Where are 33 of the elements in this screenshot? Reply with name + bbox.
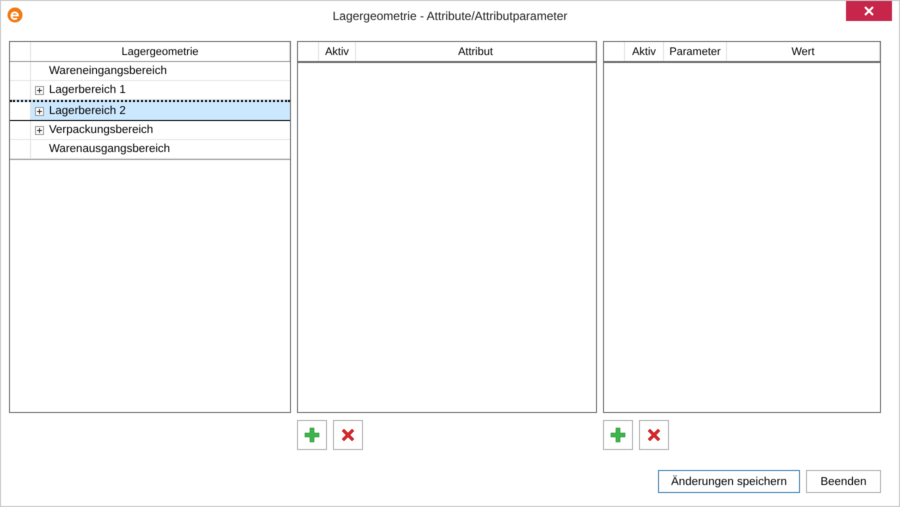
expand-icon[interactable]: [35, 86, 44, 94]
tree-row[interactable]: Wareneingangsbereich: [10, 62, 290, 81]
tree-item-label: Lagerbereich 2: [49, 105, 126, 117]
delete-icon: [340, 427, 356, 443]
save-button[interactable]: Änderungen speichern: [658, 470, 800, 493]
tree-row[interactable]: Warenausgangsbereich: [10, 140, 290, 159]
app-logo-icon: [7, 7, 23, 23]
delete-icon: [646, 427, 662, 443]
tree-item-label: Warenausgangsbereich: [49, 143, 170, 155]
add-button[interactable]: [297, 420, 327, 450]
tree-row[interactable]: Lagerbereich 1: [10, 81, 290, 100]
tree-item-label: Wareneingangsbereich: [49, 65, 167, 77]
column-header[interactable]: Aktiv: [625, 42, 664, 61]
plus-icon: [304, 427, 320, 443]
add-button[interactable]: [603, 420, 633, 450]
column-header[interactable]: Aktiv: [319, 42, 356, 61]
tree-item-label: Verpackungsbereich: [49, 124, 154, 136]
column-header[interactable]: Lagergeometrie: [31, 42, 290, 61]
column-header[interactable]: Wert: [727, 42, 880, 61]
column-header[interactable]: Attribut: [356, 42, 596, 61]
expand-icon[interactable]: [35, 126, 44, 134]
close-dialog-button[interactable]: Beenden: [806, 470, 881, 493]
window-title: Lagergeometrie - Attribute/Attributparameter: [332, 9, 568, 23]
close-button[interactable]: [846, 1, 892, 21]
tree-row[interactable]: Verpackungsbereich: [10, 121, 290, 140]
expand-icon[interactable]: [35, 106, 44, 116]
column-header[interactable]: Parameter: [664, 42, 727, 61]
tree-item-label: Lagerbereich 1: [49, 84, 126, 96]
close-icon: [864, 6, 874, 16]
plus-icon: [610, 427, 626, 443]
delete-button[interactable]: [639, 420, 669, 450]
tree-row[interactable]: Lagerbereich 2: [10, 100, 290, 121]
delete-button[interactable]: [333, 420, 363, 450]
